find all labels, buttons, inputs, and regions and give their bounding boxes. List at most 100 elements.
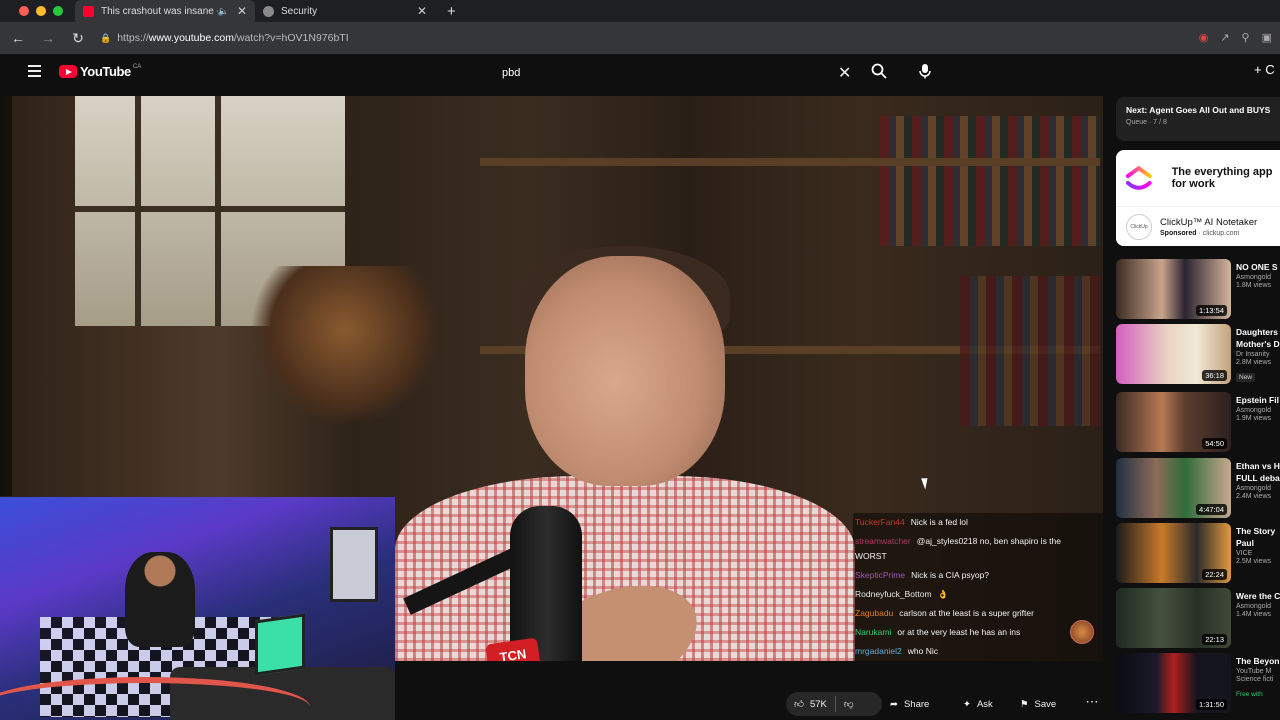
browser-tab-bar: This crashout was insane - 🔈 ✕ Security …	[0, 0, 1280, 22]
free-badge: Free with	[1236, 691, 1263, 698]
search-query: pbd	[502, 67, 521, 79]
chat-message: Narukami or at the very least he has an i…	[855, 627, 1020, 637]
address-bar-actions: ◉ ↗ ⚲ ▣	[1199, 31, 1272, 44]
video-thumbnail[interactable]: 4:47:04	[1116, 458, 1231, 518]
window-controls	[0, 6, 75, 16]
ad-sponsored-line: Sponsored · clickup.com	[1160, 229, 1240, 237]
close-tab-icon[interactable]: ✕	[237, 4, 247, 18]
recommended-video[interactable]: 22:13 Were the C Asmongold 1.4M views	[1116, 588, 1280, 648]
minimize-window-button[interactable]	[36, 6, 46, 16]
back-icon[interactable]: ←	[6, 30, 30, 46]
video-title: NO ONE S	[1236, 262, 1278, 272]
maximize-window-button[interactable]	[53, 6, 63, 16]
recommended-video[interactable]: 54:50 Epstein Fil Asmongold 1.9M views	[1116, 392, 1280, 452]
view-count: 1.4M views	[1236, 611, 1272, 618]
channel-name: Asmongold	[1236, 485, 1272, 492]
forward-icon[interactable]: →	[36, 30, 60, 46]
url-host: www.youtube.com	[148, 32, 234, 44]
clickup-logo-icon	[1125, 165, 1152, 190]
chat-text: who Nic	[907, 646, 939, 656]
channel-name: Asmongold	[1236, 274, 1272, 281]
chat-text: or at the very least he has an ins	[897, 627, 1021, 637]
video-left-shadow	[0, 96, 12, 496]
chat-user: Zagubadu	[855, 608, 894, 618]
new-tab-icon[interactable]: +	[447, 3, 456, 20]
chat-user: SkepticPrime	[855, 570, 906, 580]
recommended-video[interactable]: 36:18 Daughters Mother's D Dr Insanity 2.8M…	[1116, 324, 1280, 384]
chat-message: Rodneyfuck_Bottom 👌	[855, 589, 948, 600]
open-external-icon[interactable]: ↗	[1220, 31, 1229, 44]
ad-banner[interactable]: The everything app for work	[1116, 150, 1280, 206]
view-count: Science ficti	[1236, 676, 1274, 683]
ad-name: ClickUp™ AI Notetaker	[1160, 216, 1258, 228]
speaker-face	[525, 256, 725, 486]
chat-text: @aj_styles0218 no, ben shapiro is the	[916, 536, 1061, 546]
url-path: /watch?v=hOV1N976bTI	[233, 32, 349, 44]
menu-icon[interactable]	[28, 65, 41, 77]
extension-icon[interactable]: ◉	[1199, 31, 1209, 44]
video-thumbnail[interactable]: 22:13	[1116, 588, 1231, 648]
chat-user: streamwatcher	[855, 536, 911, 546]
youtube-logo[interactable]: YouTube CA	[59, 64, 141, 79]
shelf	[480, 158, 1100, 166]
chat-overlay: TuckerFan44 Nick is a fed lol streamwatch…	[853, 513, 1103, 661]
search-input[interactable]: pbd ✕	[490, 58, 860, 90]
tab-title: Security	[281, 5, 318, 17]
tab-youtube[interactable]: This crashout was insane - 🔈 ✕	[75, 0, 255, 22]
share-icon: ➦	[890, 698, 898, 710]
streamer-figure	[125, 552, 195, 647]
speaker-icon[interactable]: 🔈	[218, 6, 229, 17]
recommended-video[interactable]: 4:47:04 Ethan vs H FULL deba Asmongold 2.4M…	[1116, 458, 1280, 518]
search-icon[interactable]	[871, 63, 887, 79]
bookmark-icon: ⚑	[1020, 698, 1029, 710]
laptop-screen	[255, 613, 305, 676]
sponsored-ad[interactable]: The everything app for work ClickUp Clic…	[1116, 150, 1280, 246]
chat-user: Rodneyfuck_Bottom	[855, 589, 932, 599]
recommended-video[interactable]: 1:31:50 The Beyon YouTube M Science ficti F…	[1116, 653, 1280, 713]
ad-footer[interactable]: ClickUp ClickUp™ AI Notetaker Sponsored …	[1116, 206, 1280, 246]
video-thumbnail[interactable]: 22:24	[1116, 523, 1231, 583]
video-thumbnail[interactable]: 1:31:50	[1116, 653, 1231, 713]
save-button[interactable]: ⚑ Save	[1012, 692, 1072, 716]
ad-avatar: ClickUp	[1126, 213, 1152, 240]
podcast-microphone	[510, 506, 582, 661]
logo-text: YouTube	[80, 64, 131, 79]
ask-label: Ask	[976, 698, 993, 710]
like-button[interactable]: 👍︎ 57K	[786, 698, 835, 711]
url-field[interactable]: 🔒 https://www.youtube.com/watch?v=hOV1N9…	[100, 32, 349, 44]
chat-text: carlson at the least is a super grifter	[899, 608, 1034, 618]
zoom-icon[interactable]: ⚲	[1242, 31, 1250, 44]
lock-page-icon[interactable]: ▣	[1262, 31, 1272, 44]
duration: 1:31:50	[1195, 699, 1227, 710]
recommended-video[interactable]: 22:24 The Story Paul VICE 2.5M views	[1116, 523, 1280, 583]
video-title-line2: FULL deba	[1236, 473, 1280, 483]
channel-name: Asmongold	[1236, 407, 1272, 414]
duration: 54:50	[1202, 438, 1227, 449]
close-tab-icon[interactable]: ✕	[417, 4, 427, 18]
video-thumbnail[interactable]: 36:18	[1116, 324, 1231, 384]
microphone-icon[interactable]	[918, 63, 932, 79]
create-plus-icon[interactable]: + C	[1254, 62, 1275, 77]
recommended-video[interactable]: 1:13:54 NO ONE S Asmongold 1.8M views	[1116, 259, 1280, 319]
video-thumbnail[interactable]: 1:13:54	[1116, 259, 1231, 319]
video-title: Daughters	[1236, 327, 1279, 337]
address-bar-row: ← → ↻ 🔒 https://www.youtube.com/watch?v=…	[0, 22, 1280, 54]
dislike-button[interactable]: 👎︎	[836, 698, 862, 710]
more-actions-icon[interactable]: ⋯	[1081, 694, 1103, 714]
ad-headline: The everything app for work	[1171, 166, 1273, 190]
up-next-card[interactable]: Next: Agent Goes All Out and BUYS Queue …	[1116, 97, 1280, 141]
google-favicon-icon	[263, 5, 274, 17]
lock-icon: 🔒	[100, 32, 112, 43]
share-button[interactable]: ➦ Share	[882, 692, 950, 716]
reload-icon[interactable]: ↻	[66, 30, 90, 47]
video-thumbnail[interactable]: 54:50	[1116, 392, 1231, 452]
chat-message: WORST	[855, 551, 887, 561]
close-window-button[interactable]	[19, 6, 29, 16]
chat-message: Zagubadu carlson at the least is a super …	[855, 608, 1034, 618]
emote-icon: 👌	[937, 589, 949, 599]
ask-button[interactable]: ✦ Ask	[955, 692, 1005, 716]
tab-security[interactable]: Security ✕	[255, 0, 435, 22]
queue-position: Queue · 7 / 8	[1126, 119, 1167, 126]
streamer-webcam	[0, 497, 395, 720]
clear-search-icon[interactable]: ✕	[838, 63, 851, 83]
